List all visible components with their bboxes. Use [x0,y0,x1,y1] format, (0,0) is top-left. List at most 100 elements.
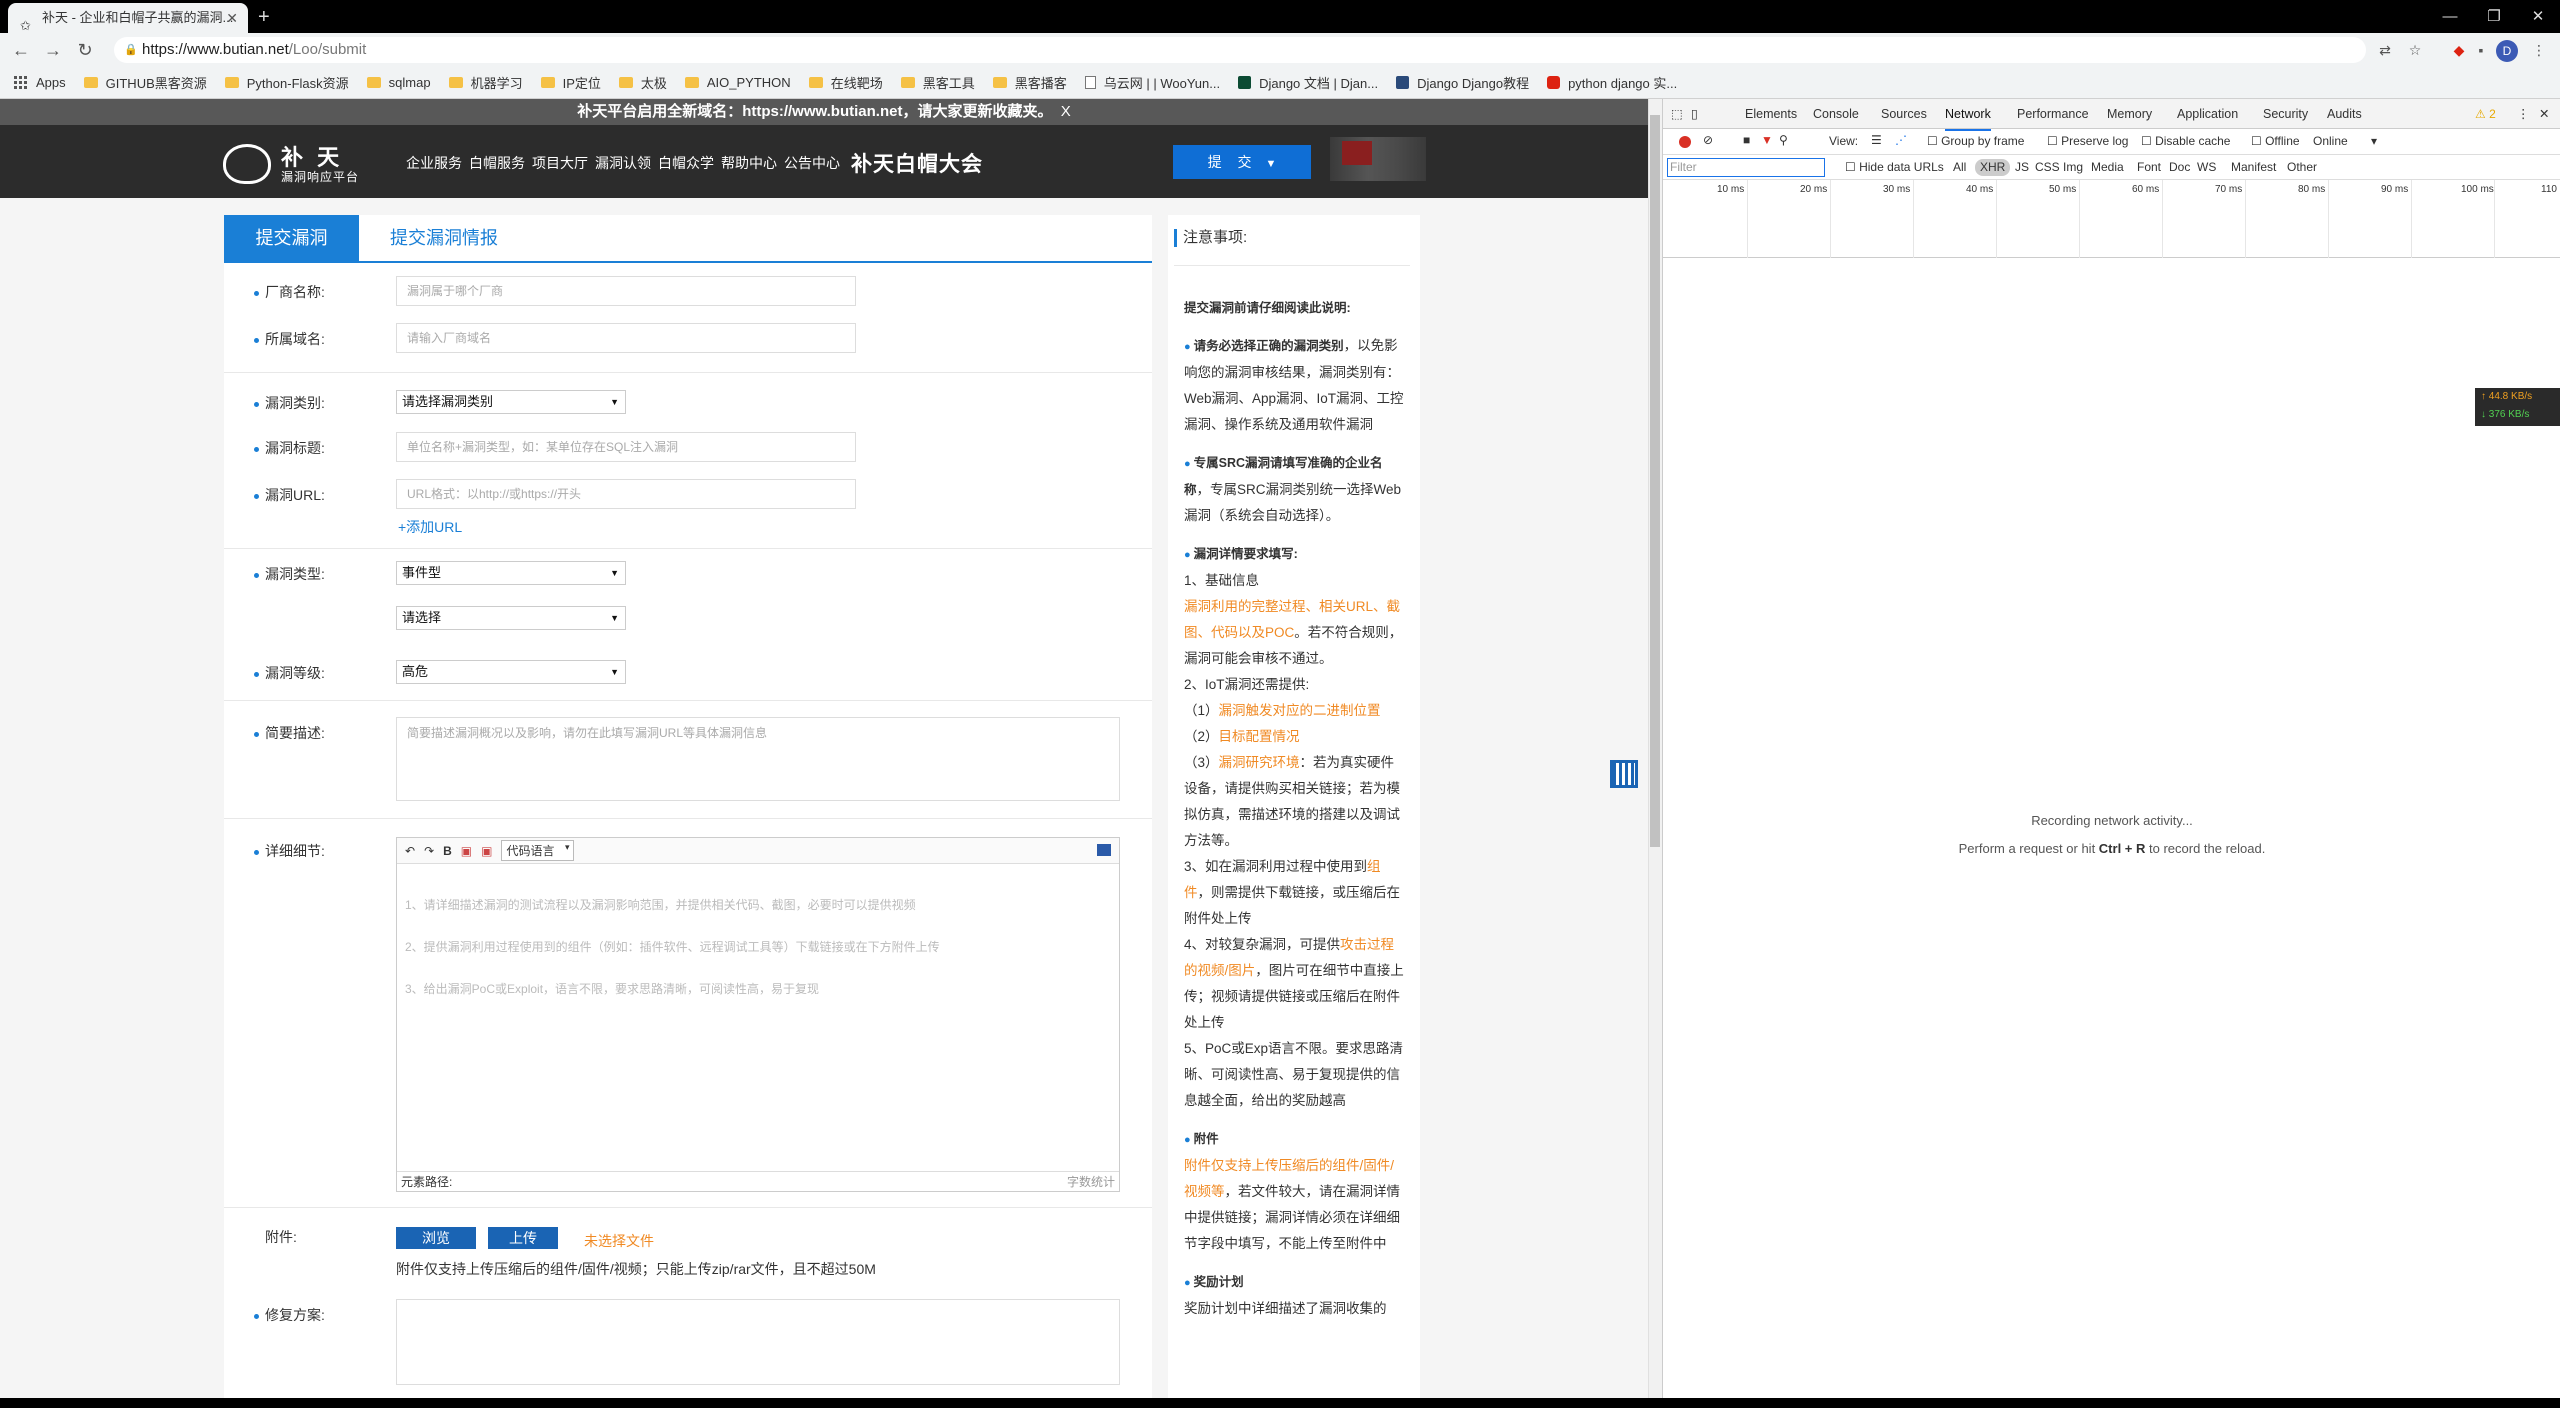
bookmark-star-icon[interactable]: ☆ [2404,38,2426,62]
redo-icon[interactable]: ↷ [424,844,434,858]
bookmark-folder[interactable]: 黑客工具 [900,73,975,92]
clear-icon[interactable]: ⊘ [1703,133,1713,147]
extension-puzzle-icon[interactable]: ▪ [2470,38,2492,62]
add-url-link[interactable]: +添加URL [398,517,462,537]
type-select[interactable]: 事件型 ▼ [396,561,626,585]
tab-security[interactable]: Security [2263,99,2308,129]
type-filter-media[interactable]: Media [2091,159,2124,176]
announcement-close[interactable]: X [1061,103,1071,120]
tab-application[interactable]: Application [2177,99,2238,129]
bookmark-folder[interactable]: 机器学习 [448,73,523,92]
image-icon[interactable]: ▣ [461,844,472,858]
fullscreen-icon[interactable] [1097,844,1111,856]
disable-cache-checkbox[interactable]: ☐ Disable cache [2141,134,2230,148]
translate-icon[interactable]: ⇄ [2374,38,2396,62]
nav-item[interactable]: 漏洞认领 [595,153,651,178]
nav-item[interactable]: 公告中心 [784,153,840,178]
user-avatar[interactable] [1330,137,1426,181]
level-select[interactable]: 高危 ▼ [396,660,626,684]
subtype-select[interactable]: 请选择 ▼ [396,606,626,630]
type-filter-xhr[interactable]: XHR [1975,159,2011,176]
profile-avatar[interactable]: D [2496,40,2518,62]
type-filter-manifest[interactable]: Manifest [2231,159,2276,176]
qr-code-icon[interactable] [1610,760,1638,788]
tab-submit-intel[interactable]: 提交漏洞情报 [364,215,524,263]
bookmark-folder[interactable]: 太极 [618,73,667,92]
nav-item[interactable]: 白帽服务 [469,153,525,178]
vendor-input[interactable]: 漏洞属于哪个厂商 [396,276,856,306]
tab-performance[interactable]: Performance [2017,99,2089,129]
type-filter-other[interactable]: Other [2287,159,2317,176]
menu-icon[interactable]: ⋮ [2528,38,2550,62]
waterfall-icon[interactable]: ⋰ [1895,133,1907,147]
forward-icon[interactable]: → [40,33,66,67]
browse-button[interactable]: 浏览 [396,1227,476,1249]
tab-memory[interactable]: Memory [2107,99,2152,129]
bookmark-link[interactable]: Django 文档 | Djan... [1238,73,1378,92]
bookmark-folder[interactable]: sqlmap [366,75,431,90]
bookmark-link[interactable]: Django Django教程 [1396,73,1529,92]
screenshot-icon[interactable]: ■ [1743,133,1750,147]
inspect-icon[interactable]: ⬚ [1671,99,1683,129]
record-icon[interactable] [1679,136,1691,148]
warning-badge[interactable]: ⚠ 2 [2475,99,2496,129]
code-language-select[interactable]: 代码语言 [501,840,574,861]
offline-checkbox[interactable]: ☐ Offline [2251,134,2300,148]
tab-audits[interactable]: Audits [2327,99,2362,129]
bookmark-folder[interactable]: Python-Flask资源 [224,73,349,92]
bookmark-folder[interactable]: IP定位 [540,73,601,92]
scrollbar-thumb[interactable] [1650,115,1660,847]
nav-item[interactable]: 白帽众学 [658,153,714,178]
type-filter-css[interactable]: CSS [2035,159,2060,176]
filter-icon[interactable]: ▼ [1761,133,1773,147]
type-filter-font[interactable]: Font [2137,159,2161,176]
fix-textarea[interactable] [396,1299,1120,1385]
bookmark-apps[interactable]: Apps [14,75,66,90]
attachment-icon[interactable]: ▣ [481,844,492,858]
restore-button[interactable]: ❐ [2472,0,2516,33]
tab-submit-vuln[interactable]: 提交漏洞 [224,215,359,263]
title-input[interactable]: 单位名称+漏洞类型，如：某单位存在SQL注入漏洞 [396,432,856,462]
more-icon[interactable]: ⋮ [2517,99,2530,129]
nav-item[interactable]: 帮助中心 [721,153,777,178]
close-devtools-icon[interactable]: ✕ [2539,99,2549,129]
large-rows-icon[interactable]: ☰ [1871,133,1882,147]
preserve-log-checkbox[interactable]: ☐ Preserve log [2047,134,2128,148]
throttle-select[interactable]: Online ▾ [2313,134,2377,148]
filter-input[interactable]: Filter [1667,158,1825,177]
domain-input[interactable]: 请输入厂商域名 [396,323,856,353]
browser-tab[interactable]: ✩ 补天 - 企业和白帽子共赢的漏洞... ✕ [8,3,248,33]
nav-item[interactable]: 项目大厅 [532,153,588,178]
tab-network[interactable]: Network [1945,99,1991,131]
type-filter-ws[interactable]: WS [2197,159,2216,176]
url-input[interactable]: URL格式：以http://或https://开头 [396,479,856,509]
new-tab-button[interactable]: + [258,3,270,31]
device-toolbar-icon[interactable]: ▯ [1691,99,1698,129]
bookmark-link[interactable]: python django 实... [1547,73,1677,92]
bookmark-link[interactable]: 乌云网 | | WooYun... [1084,73,1220,92]
tab-sources[interactable]: Sources [1881,99,1927,129]
bookmark-folder[interactable]: 黑客播客 [992,73,1067,92]
nav-item[interactable]: 企业服务 [406,153,462,178]
upload-button[interactable]: 上传 [488,1227,558,1249]
close-window-button[interactable]: ✕ [2516,0,2560,33]
back-icon[interactable]: ← [8,33,34,67]
close-tab-icon[interactable]: ✕ [226,3,238,33]
search-icon[interactable]: ⚲ [1779,133,1788,147]
nav-item-conference[interactable]: 补天白帽大会 [851,148,983,178]
extension-icon[interactable]: ◆ [2448,38,2470,62]
bold-icon[interactable]: B [443,844,452,858]
reload-icon[interactable]: ↻ [72,33,98,67]
rich-text-editor[interactable]: ↶ ↷ B ▣ ▣ 代码语言 1、请详细描述漏洞的测试流程以及漏洞影响范围，并提… [396,837,1120,1192]
category-select[interactable]: 请选择漏洞类别 ▼ [396,390,626,414]
undo-icon[interactable]: ↶ [405,844,415,858]
type-filter-img[interactable]: Img [2063,159,2083,176]
address-bar[interactable]: 🔒 https://www.butian.net/Loo/submit [114,37,2366,63]
bookmark-folder[interactable]: 在线靶场 [808,73,883,92]
summary-textarea[interactable]: 简要描述漏洞概况以及影响，请勿在此填写漏洞URL等具体漏洞信息 [396,717,1120,801]
tab-elements[interactable]: Elements [1745,99,1797,129]
bookmark-folder[interactable]: GITHUB黑客资源 [83,73,207,92]
submit-dropdown-button[interactable]: 提 交 ▼ [1173,145,1311,179]
type-filter-all[interactable]: All [1953,159,1966,176]
group-by-frame-checkbox[interactable]: ☐ Group by frame [1927,134,2024,148]
